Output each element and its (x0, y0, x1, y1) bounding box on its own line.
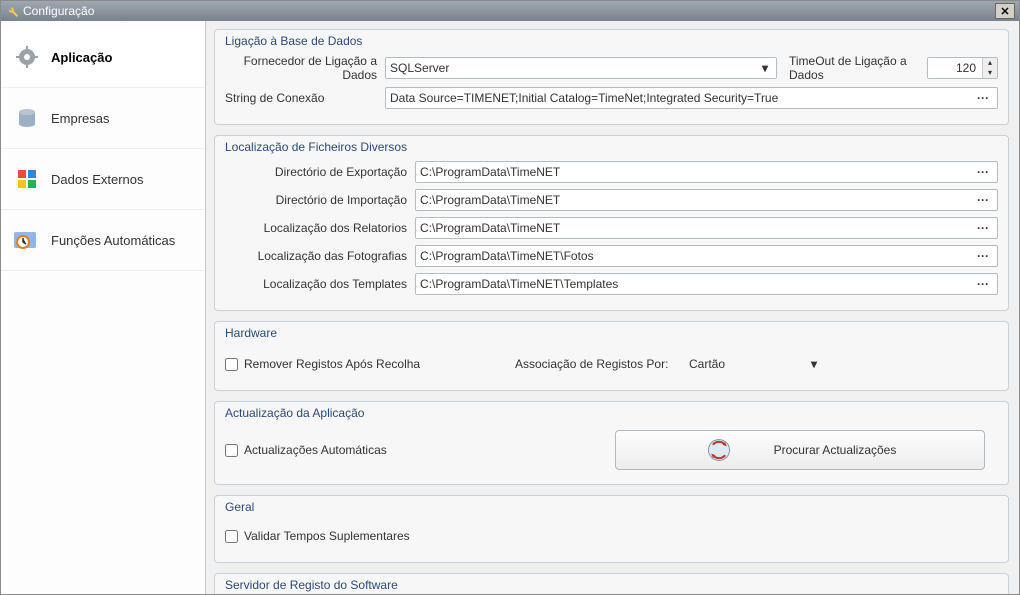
label-photos-dir: Localização das Fotografias (225, 249, 415, 263)
group-title: Localização de Ficheiros Diversos (225, 140, 407, 154)
puzzle-icon (13, 167, 41, 191)
ellipsis-icon[interactable]: ··· (973, 221, 993, 235)
globe-refresh-icon (704, 435, 734, 465)
label-assoc: Associação de Registos Por: (515, 357, 685, 371)
clock-folder-icon (13, 228, 41, 252)
chevron-down-icon: ▾ (758, 61, 772, 75)
group-title: Actualização da Aplicação (225, 406, 364, 420)
ellipsis-icon[interactable]: ··· (973, 91, 993, 105)
group-title: Ligação à Base de Dados (225, 34, 362, 48)
auto-updates-checkbox[interactable] (225, 444, 238, 457)
sidebar-item-dados-externos[interactable]: Dados Externos (1, 149, 205, 210)
group-hardware: Hardware Remover Registos Após Recolha A… (214, 321, 1009, 391)
validate-times-label: Validar Tempos Suplementares (244, 529, 410, 543)
group-title: Geral (225, 500, 254, 514)
remove-records-checkbox[interactable] (225, 358, 238, 371)
sidebar-item-empresas[interactable]: Empresas (1, 88, 205, 149)
titlebar: Configuração ✕ (1, 1, 1019, 21)
group-updates: Actualização da Aplicação Actualizações … (214, 401, 1009, 485)
auto-updates-label: Actualizações Automáticas (244, 443, 387, 457)
label-reports-dir: Localização dos Relatorios (225, 221, 415, 235)
chevron-down-icon: ▾ (807, 357, 821, 371)
remove-records-label: Remover Registos Após Recolha (244, 357, 420, 371)
group-title: Servidor de Registo do Software (225, 578, 398, 592)
ellipsis-icon[interactable]: ··· (973, 277, 993, 291)
templates-dir-input[interactable]: C:\ProgramData\TimeNET\Templates ··· (415, 273, 998, 295)
sidebar: Aplicação Empresas Dados Externos Funçõe… (1, 21, 206, 594)
group-title: Hardware (225, 326, 277, 340)
sidebar-item-label: Funções Automáticas (51, 233, 175, 248)
spin-up-icon[interactable]: ▴ (983, 58, 997, 68)
group-general: Geral Validar Tempos Suplementares (214, 495, 1009, 563)
reports-dir-input[interactable]: C:\ProgramData\TimeNET ··· (415, 217, 998, 239)
label-timeout: TimeOut de Ligação a Dados (777, 54, 927, 82)
import-dir-input[interactable]: C:\ProgramData\TimeNET ··· (415, 189, 998, 211)
spin-down-icon[interactable]: ▾ (983, 68, 997, 78)
group-files: Localização de Ficheiros Diversos Direct… (214, 135, 1009, 311)
close-button[interactable]: ✕ (995, 3, 1015, 19)
group-regserver: Servidor de Registo do Software Endereço… (214, 573, 1009, 594)
sidebar-item-label: Aplicação (51, 50, 112, 65)
database-icon (13, 106, 41, 130)
wrench-icon (5, 4, 19, 18)
label-export-dir: Directório de Exportação (225, 165, 415, 179)
sidebar-item-aplicacao[interactable]: Aplicação (1, 27, 205, 88)
ellipsis-icon[interactable]: ··· (973, 165, 993, 179)
close-icon: ✕ (1000, 5, 1009, 18)
sidebar-item-funcoes-automaticas[interactable]: Funções Automáticas (1, 210, 205, 271)
export-dir-input[interactable]: C:\ProgramData\TimeNET ··· (415, 161, 998, 183)
ellipsis-icon[interactable]: ··· (973, 249, 993, 263)
assoc-dropdown[interactable]: Cartão ▾ (685, 353, 825, 375)
provider-dropdown[interactable]: SQLServer ▾ (385, 57, 777, 79)
gear-icon (13, 45, 41, 69)
config-window: Configuração ✕ Aplicação Empresas (0, 0, 1020, 595)
check-updates-label: Procurar Actualizações (774, 443, 897, 457)
check-updates-button[interactable]: Procurar Actualizações (615, 430, 985, 470)
sidebar-item-label: Empresas (51, 111, 110, 126)
label-import-dir: Directório de Importação (225, 193, 415, 207)
timeout-spinner[interactable]: 120 ▴ ▾ (927, 57, 998, 79)
connstr-input[interactable]: Data Source=TIMENET;Initial Catalog=Time… (385, 87, 998, 109)
label-connstr: String de Conexão (225, 91, 385, 105)
photos-dir-input[interactable]: C:\ProgramData\TimeNET\Fotos ··· (415, 245, 998, 267)
ellipsis-icon[interactable]: ··· (973, 193, 993, 207)
group-database: Ligação à Base de Dados Fornecedor de Li… (214, 29, 1009, 125)
sidebar-item-label: Dados Externos (51, 172, 144, 187)
window-title: Configuração (23, 4, 94, 18)
validate-times-checkbox[interactable] (225, 530, 238, 543)
label-templates-dir: Localização dos Templates (225, 277, 415, 291)
label-provider: Fornecedor de Ligação a Dados (225, 54, 385, 82)
main-panel: Ligação à Base de Dados Fornecedor de Li… (206, 21, 1019, 594)
